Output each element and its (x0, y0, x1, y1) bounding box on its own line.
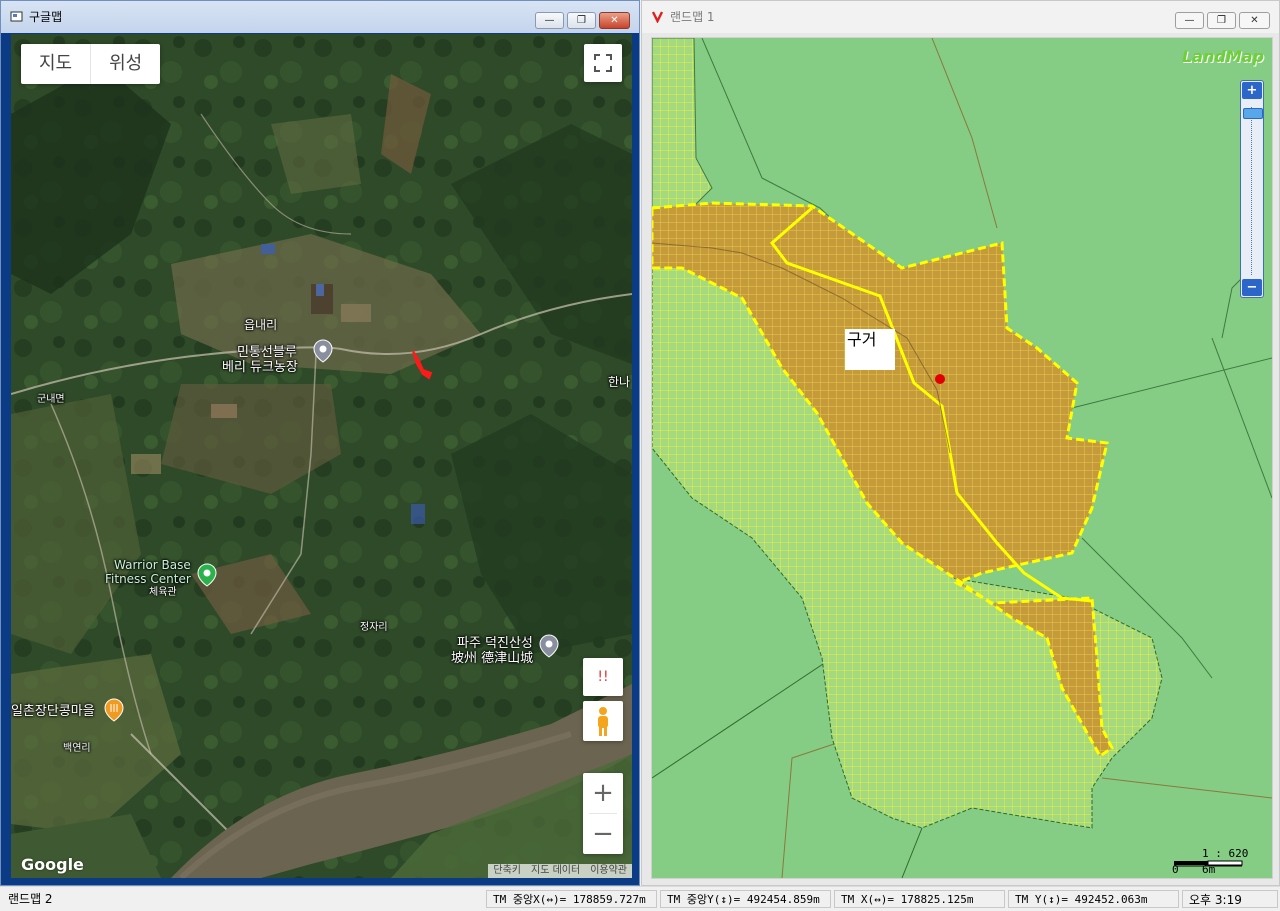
attribution-bar: 단축키 지도 데이터 이용약관 (488, 864, 632, 878)
cadastral-map[interactable]: LandMap + − 구거 1 : 620 0 6m (651, 37, 1273, 879)
title-bar[interactable]: 구글맵 — ❐ ✕ (1, 1, 639, 33)
status-bar: 랜드맵 2 TM 중앙X(↔)= 178859.727m TM 중앙Y(↕)= … (0, 886, 1280, 911)
window-title: 구글맵 (29, 10, 63, 24)
close-button[interactable]: ✕ (1239, 12, 1270, 29)
fullscreen-icon (594, 54, 612, 72)
status-time: 오후 3:19 (1182, 890, 1278, 908)
street-view-button[interactable] (583, 701, 623, 741)
maximize-button[interactable]: ❐ (567, 12, 596, 29)
map-type-control: 지도 위성 (21, 44, 161, 84)
place-label: Warrior Base (114, 558, 191, 572)
close-button[interactable]: ✕ (599, 12, 630, 29)
minimize-icon: — (1184, 15, 1195, 26)
place-label: Fitness Center (105, 572, 191, 586)
land-category-label: 구거 (845, 329, 895, 370)
map-data-link[interactable]: 지도 데이터 (526, 864, 585, 878)
place-label: 읍내리 (244, 318, 278, 332)
title-bar[interactable]: 랜드맵 1 — ❐ ✕ (642, 1, 1279, 33)
close-icon: ✕ (1250, 15, 1259, 26)
place-label: 坡州 德津山城 (451, 651, 534, 666)
scale-unit: 6m (1202, 863, 1216, 876)
status-window-name: 랜드맵 2 (8, 892, 53, 906)
map-view-button[interactable]: 지도 (21, 44, 90, 84)
satellite-view-button[interactable]: 위성 (90, 44, 160, 84)
maximize-button[interactable]: ❐ (1207, 12, 1236, 29)
window-title: 랜드맵 1 (670, 10, 715, 24)
place-label: 군내면 (37, 394, 65, 405)
scale-ratio: 1 : 620 (1202, 847, 1249, 860)
google-map-window: 구글맵 — ❐ ✕ 읍내리 민통선블루 베리 듀크농장 군내면 한나 Warri… (0, 0, 640, 886)
scale-zero: 0 (1172, 863, 1179, 876)
place-label: 체육관 (149, 587, 177, 598)
status-tm-x: TM X(↔)= 178825.125m (834, 890, 1005, 908)
status-tm-y: TM Y(↕)= 492452.063m (1008, 890, 1179, 908)
minimize-icon: — (544, 15, 555, 26)
landmap-window: 랜드맵 1 — ❐ ✕ LandMap + − 구거 1: 620 0 6m (641, 0, 1280, 886)
location-marker (935, 374, 945, 384)
zoom-out-button[interactable]: − (583, 814, 623, 854)
place-label: 한나 (608, 375, 631, 389)
zoom-handle[interactable] (1243, 108, 1263, 119)
parcel-layer (652, 38, 1272, 878)
alert-button[interactable]: !! (583, 658, 623, 696)
satellite-imagery (11, 34, 632, 878)
app-icon (651, 11, 664, 23)
place-label: 백연리 (63, 743, 91, 754)
app-icon (10, 11, 23, 22)
status-tm-center-x: TM 중앙X(↔)= 178859.727m (486, 890, 657, 908)
zoom-in-button[interactable]: + (1242, 82, 1262, 99)
google-logo: Google (21, 855, 84, 874)
place-label: 민통선블루 (237, 345, 297, 360)
zoom-control: + − (583, 773, 623, 854)
place-label: 파주 덕진산성 (457, 636, 533, 651)
shortcuts-link[interactable]: 단축키 (488, 864, 526, 878)
terms-link[interactable]: 이용약관 (585, 864, 632, 878)
zoom-track[interactable] (1251, 107, 1255, 275)
satellite-map[interactable]: 읍내리 민통선블루 베리 듀크농장 군내면 한나 Warrior Base Fi… (11, 34, 632, 878)
place-label: 일촌장단콩마을 (11, 704, 95, 719)
place-label: 정자리 (360, 622, 388, 633)
landmap-logo: LandMap (1181, 47, 1264, 66)
close-icon: ✕ (610, 15, 619, 26)
fullscreen-button[interactable] (584, 44, 622, 82)
minimize-button[interactable]: — (1175, 12, 1204, 29)
pegman-icon (598, 707, 608, 736)
zoom-out-button[interactable]: − (1242, 279, 1262, 296)
maximize-icon: ❐ (577, 15, 586, 26)
place-label: 베리 듀크농장 (222, 360, 298, 375)
zoom-slider[interactable]: + − (1240, 80, 1264, 298)
zoom-in-button[interactable]: + (583, 773, 623, 813)
minimize-button[interactable]: — (535, 12, 564, 29)
maximize-icon: ❐ (1217, 15, 1226, 26)
status-tm-center-y: TM 중앙Y(↕)= 492454.859m (660, 890, 831, 908)
